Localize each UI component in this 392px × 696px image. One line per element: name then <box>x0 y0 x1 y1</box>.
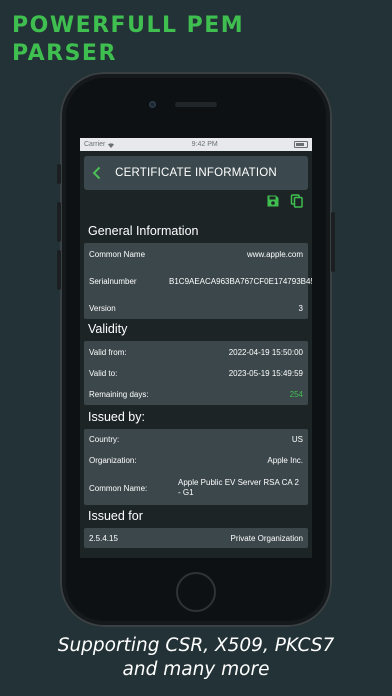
promo-footer-line1: Supporting CSR, X509, PKCS7 <box>57 635 335 656</box>
volume-up-button <box>57 202 61 242</box>
toolbar <box>266 194 304 208</box>
valid-to-value: 2023-05-19 15:49:59 <box>228 369 303 378</box>
status-bar: Carrier 9:42 PM <box>80 138 312 151</box>
back-button[interactable] <box>84 156 108 190</box>
section-issued-by-title: Issued by: <box>88 410 145 424</box>
subject-oid-value: Private Organization <box>230 533 303 543</box>
subject-oid-label: 2.5.4.15 <box>89 533 118 543</box>
copy-icon[interactable] <box>290 194 304 208</box>
remaining-days-value: 254 <box>289 390 303 399</box>
carrier-label: Carrier <box>84 141 106 148</box>
issuer-org-value: Apple Inc. <box>267 456 303 465</box>
section-general-title: General Information <box>88 224 199 238</box>
remaining-days-row: Remaining days: 254 <box>84 384 308 405</box>
serial-value: B1C9AEACA963BA767CF0E174793B453 <box>169 276 312 286</box>
issuer-country-value: US <box>291 435 303 444</box>
chevron-left-icon <box>92 166 100 180</box>
issuer-country-label: Country: <box>89 435 120 444</box>
issuer-cn-value: Apple Public EV Server RSA CA 2 - G1 <box>178 478 299 497</box>
valid-to-label: Valid to: <box>89 369 118 378</box>
phone-screen: Carrier 9:42 PM CERTIFICATE INFORMATION … <box>80 138 312 558</box>
valid-from-row: Valid from: 2022-04-19 15:50:00 <box>84 341 308 363</box>
battery-icon <box>294 141 308 148</box>
home-button <box>176 572 216 612</box>
promo-footer-line2: and many more <box>122 659 270 680</box>
serial-label: Serialnumber <box>89 276 137 286</box>
section-validity-title: Validity <box>88 322 128 336</box>
version-label: Version <box>89 303 116 313</box>
common-name-value: www.apple.com <box>246 249 303 259</box>
issued-by-card: Country: US Organization: Apple Inc. Com… <box>84 429 308 505</box>
save-icon[interactable] <box>266 194 280 208</box>
mute-switch <box>57 164 61 184</box>
promo-headline: POWERFULL PEM PARSER <box>12 12 372 68</box>
valid-from-label: Valid from: <box>89 347 127 357</box>
issued-for-card: 2.5.4.15 Private Organization <box>84 528 308 548</box>
promo-headline-line2: PARSER <box>12 41 117 66</box>
issuer-org-label: Organization: <box>89 456 137 465</box>
valid-from-value: 2022-04-19 15:50:00 <box>228 347 303 357</box>
status-time: 9:42 PM <box>191 141 218 148</box>
issuer-country-row: Country: US <box>84 429 308 450</box>
validity-card: Valid from: 2022-04-19 15:50:00 Valid to… <box>84 341 308 405</box>
common-name-label: Common Name <box>89 249 146 259</box>
section-issued-for-title: Issued for <box>88 509 143 523</box>
issuer-org-row: Organization: Apple Inc. <box>84 450 308 471</box>
version-value: 3 <box>298 303 303 313</box>
earpiece-speaker <box>175 102 217 107</box>
issuer-cn-row: Common Name: Apple Public EV Server RSA … <box>84 471 308 505</box>
promo-headline-line1: POWERFULL PEM <box>12 13 245 38</box>
serial-row: Serialnumber B1C9AEACA963BA767CF0E174793… <box>84 265 312 297</box>
general-info-card: Common Name www.apple.com Serialnumber B… <box>84 243 312 319</box>
issuer-cn-label: Common Name: <box>89 483 148 493</box>
promo-footer: Supporting CSR, X509, PKCS7 and many mor… <box>0 634 392 682</box>
front-camera <box>149 101 156 108</box>
volume-down-button <box>57 250 61 290</box>
common-name-row: Common Name www.apple.com <box>84 243 308 265</box>
subject-oid-row: 2.5.4.15 Private Organization <box>84 528 308 548</box>
wifi-icon <box>108 142 115 148</box>
page-title: CERTIFICATE INFORMATION <box>115 167 277 179</box>
version-row: Version 3 <box>84 297 308 319</box>
valid-to-row: Valid to: 2023-05-19 15:49:59 <box>84 363 308 384</box>
status-left: Carrier <box>84 141 115 148</box>
navigation-bar: CERTIFICATE INFORMATION <box>84 156 308 190</box>
remaining-days-label: Remaining days: <box>89 390 149 399</box>
power-button <box>331 212 335 272</box>
